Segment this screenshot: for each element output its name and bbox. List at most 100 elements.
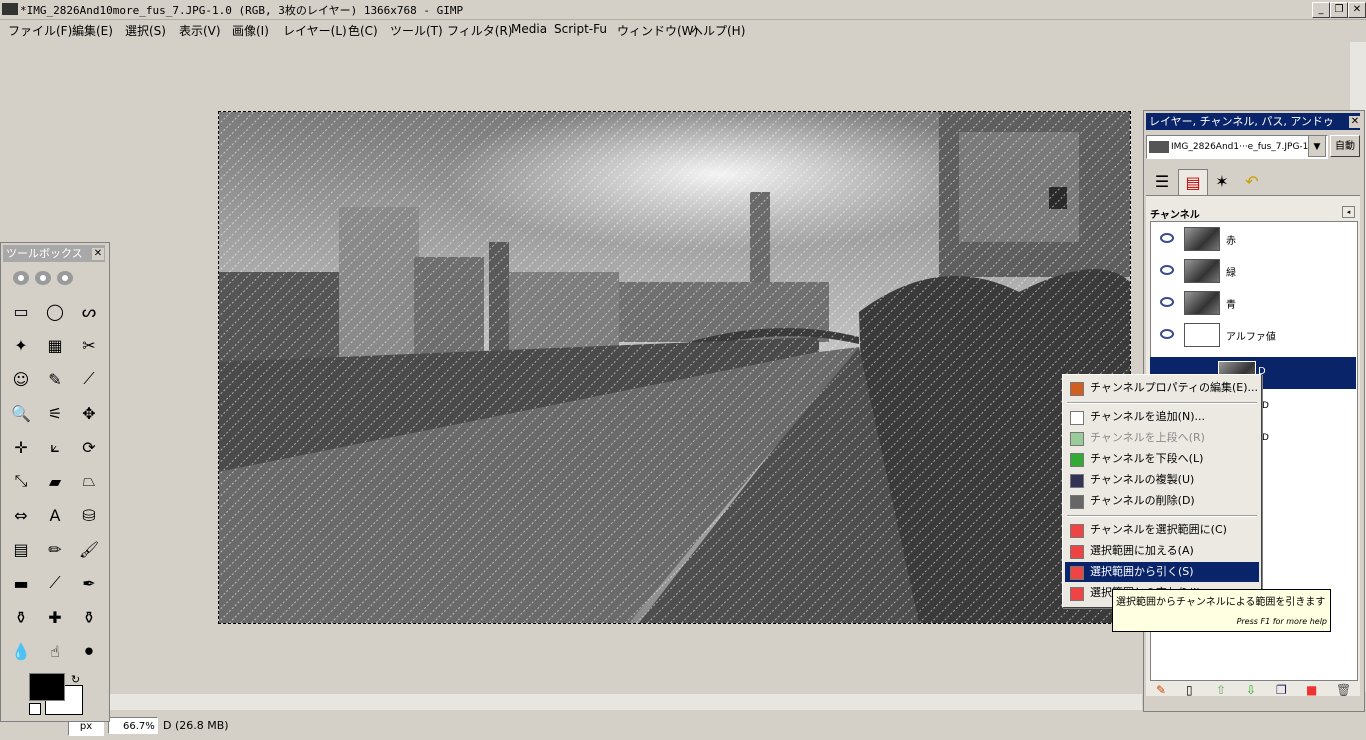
- channel-row-red[interactable]: 赤: [1150, 225, 1356, 255]
- dock-close-button[interactable]: ✕: [1349, 116, 1361, 128]
- menu-edit[interactable]: 編集(E): [72, 22, 113, 39]
- channel-to-selection-icon[interactable]: ■: [1306, 683, 1317, 697]
- blur-icon[interactable]: 💧: [9, 639, 33, 663]
- dock-title: レイヤー, チャンネル, パス, アンドゥ: [1146, 113, 1360, 130]
- context-menu-label: チャンネルプロパティの編集(E)...: [1090, 381, 1259, 394]
- foreground-color-swatch[interactable]: [29, 673, 65, 701]
- smudge-icon[interactable]: ☝: [43, 639, 67, 663]
- window-title: *IMG_2826And10more_fus_7.JPG-1.0 (RGB, 3…: [20, 4, 464, 17]
- eraser-icon[interactable]: ▬: [9, 571, 33, 595]
- context-menu-item[interactable]: 選択範囲から引く(S): [1065, 562, 1259, 582]
- context-menu-item[interactable]: チャンネルを追加(N)...: [1065, 407, 1259, 427]
- auto-button[interactable]: 自動: [1330, 135, 1360, 157]
- menu-color[interactable]: 色(C): [348, 22, 378, 39]
- perspective-icon[interactable]: ⏢: [77, 469, 101, 493]
- context-menu-label: チャンネルの削除(D): [1090, 494, 1195, 507]
- context-menu-item[interactable]: チャンネルの削除(D): [1065, 491, 1259, 511]
- menu-script-fu[interactable]: Script-Fu: [554, 22, 607, 36]
- title-bar: *IMG_2826And10more_fus_7.JPG-1.0 (RGB, 3…: [0, 0, 1366, 20]
- blend-icon[interactable]: ▤: [9, 537, 33, 561]
- menu-separator: [1067, 402, 1257, 404]
- new-channel-icon[interactable]: ▯: [1186, 683, 1193, 697]
- context-menu-item[interactable]: 選択範囲に加える(A): [1065, 541, 1259, 561]
- duplicate-channel-icon[interactable]: ❐: [1276, 683, 1287, 697]
- channel-label: アルファ値: [1226, 332, 1276, 343]
- align-icon[interactable]: ✛: [9, 435, 33, 459]
- context-menu-item[interactable]: チャンネルを選択範囲に(C): [1065, 520, 1259, 540]
- heal-icon[interactable]: ✚: [43, 605, 67, 629]
- menu-file[interactable]: ファイル(F): [8, 22, 72, 39]
- color-picker-icon[interactable]: ⟋: [77, 367, 101, 391]
- dodge-burn-icon[interactable]: ⚫: [77, 639, 101, 663]
- paths-icon[interactable]: ✎: [43, 367, 67, 391]
- menu-select[interactable]: 選択(S): [125, 22, 166, 39]
- restore-button[interactable]: ❐: [1330, 2, 1348, 18]
- ellipse-select-icon[interactable]: ◯: [43, 299, 67, 323]
- tab-paths-icon[interactable]: ✶: [1208, 169, 1236, 195]
- paintbrush-icon[interactable]: 🖌: [77, 537, 101, 561]
- text-icon[interactable]: A: [43, 503, 67, 527]
- clone-icon[interactable]: ⚱: [9, 605, 33, 629]
- minimize-button[interactable]: _: [1312, 2, 1330, 18]
- scissors-icon[interactable]: ✂: [77, 333, 101, 357]
- foreground-select-icon[interactable]: ☺: [9, 367, 33, 391]
- flip-icon[interactable]: ⇔: [9, 503, 33, 527]
- channel-row-green[interactable]: 緑: [1150, 257, 1356, 287]
- menu-image[interactable]: 画像(I): [232, 22, 269, 39]
- visibility-eye-icon[interactable]: [1160, 265, 1174, 275]
- pencil-icon[interactable]: ✏: [43, 537, 67, 561]
- panel-menu-icon[interactable]: ◂: [1342, 206, 1355, 218]
- airbrush-icon[interactable]: ⟋: [43, 571, 67, 595]
- edit-channel-icon[interactable]: ✎: [1156, 683, 1166, 697]
- image-selector[interactable]: IMG_2826And1···e_fus_7.JPG-1: [1146, 135, 1328, 159]
- scale-icon[interactable]: ⤡: [9, 469, 33, 493]
- default-colors-icon[interactable]: [29, 703, 41, 715]
- tab-channels-icon[interactable]: ▤: [1178, 169, 1208, 196]
- swap-colors-icon[interactable]: ↻: [71, 673, 80, 686]
- menu-filters[interactable]: フィルタ(R): [447, 22, 512, 39]
- bucket-fill-icon[interactable]: ⛁: [77, 503, 101, 527]
- menu-tools[interactable]: ツール(T): [390, 22, 443, 39]
- menu-windows[interactable]: ウィンドウ(W): [617, 22, 698, 39]
- visibility-eye-icon[interactable]: [1160, 329, 1174, 339]
- context-menu-item[interactable]: チャンネルを下段へ(L): [1065, 449, 1259, 469]
- menu-media[interactable]: Media: [511, 22, 547, 36]
- lower-channel-icon[interactable]: ⇩: [1246, 683, 1256, 697]
- rect-select-icon[interactable]: ▭: [9, 299, 33, 323]
- perspective-clone-icon[interactable]: ⚱: [77, 605, 101, 629]
- select-by-color-icon[interactable]: ▦: [43, 333, 67, 357]
- tooltip-help: Press F1 for more help: [1236, 617, 1327, 626]
- rotate-icon[interactable]: ⟳: [77, 435, 101, 459]
- visibility-eye-icon[interactable]: [1160, 297, 1174, 307]
- toolbox-close-button[interactable]: ✕: [92, 248, 104, 260]
- menu-layer[interactable]: レイヤー(L): [283, 22, 347, 39]
- image-canvas[interactable]: [218, 111, 1131, 624]
- channels-section-title: チャンネル: [1150, 210, 1200, 221]
- tab-layers-icon[interactable]: ☰: [1148, 169, 1176, 195]
- trash-icon: [1070, 495, 1084, 509]
- free-select-icon[interactable]: ᔕ: [77, 299, 101, 323]
- raise-channel-icon[interactable]: ⇧: [1216, 683, 1226, 697]
- tab-undo-icon[interactable]: ↶: [1238, 169, 1266, 195]
- move-icon[interactable]: ✥: [77, 401, 101, 425]
- crop-icon[interactable]: ⟀: [43, 435, 67, 459]
- menu-view[interactable]: 表示(V): [179, 22, 221, 39]
- ink-icon[interactable]: ✒: [77, 571, 101, 595]
- menu-bar: ファイル(F) 編集(E) 選択(S) 表示(V) 画像(I) レイヤー(L) …: [0, 20, 1366, 40]
- fuzzy-select-icon[interactable]: ✦: [9, 333, 33, 357]
- zoom-select[interactable]: 66.7%: [108, 717, 158, 734]
- menu-help[interactable]: ヘルプ(H): [691, 22, 745, 39]
- channel-row-alpha[interactable]: アルファ値: [1150, 321, 1356, 351]
- zoom-icon[interactable]: 🔍: [9, 401, 33, 425]
- shear-icon[interactable]: ▰: [43, 469, 67, 493]
- context-menu-item[interactable]: チャンネルの複製(U): [1065, 470, 1259, 490]
- close-button[interactable]: ✕: [1348, 2, 1366, 18]
- up-arrow-icon: [1070, 432, 1084, 446]
- image-selector-dropdown-icon[interactable]: ▼: [1308, 135, 1326, 157]
- delete-channel-icon[interactable]: 🗑: [1336, 683, 1351, 697]
- horizontal-scrollbar[interactable]: [0, 694, 1142, 710]
- visibility-eye-icon[interactable]: [1160, 233, 1174, 243]
- channel-row-blue[interactable]: 青: [1150, 289, 1356, 319]
- measure-icon[interactable]: ⚟: [43, 401, 67, 425]
- context-menu-item[interactable]: チャンネルプロパティの編集(E)...: [1065, 378, 1259, 398]
